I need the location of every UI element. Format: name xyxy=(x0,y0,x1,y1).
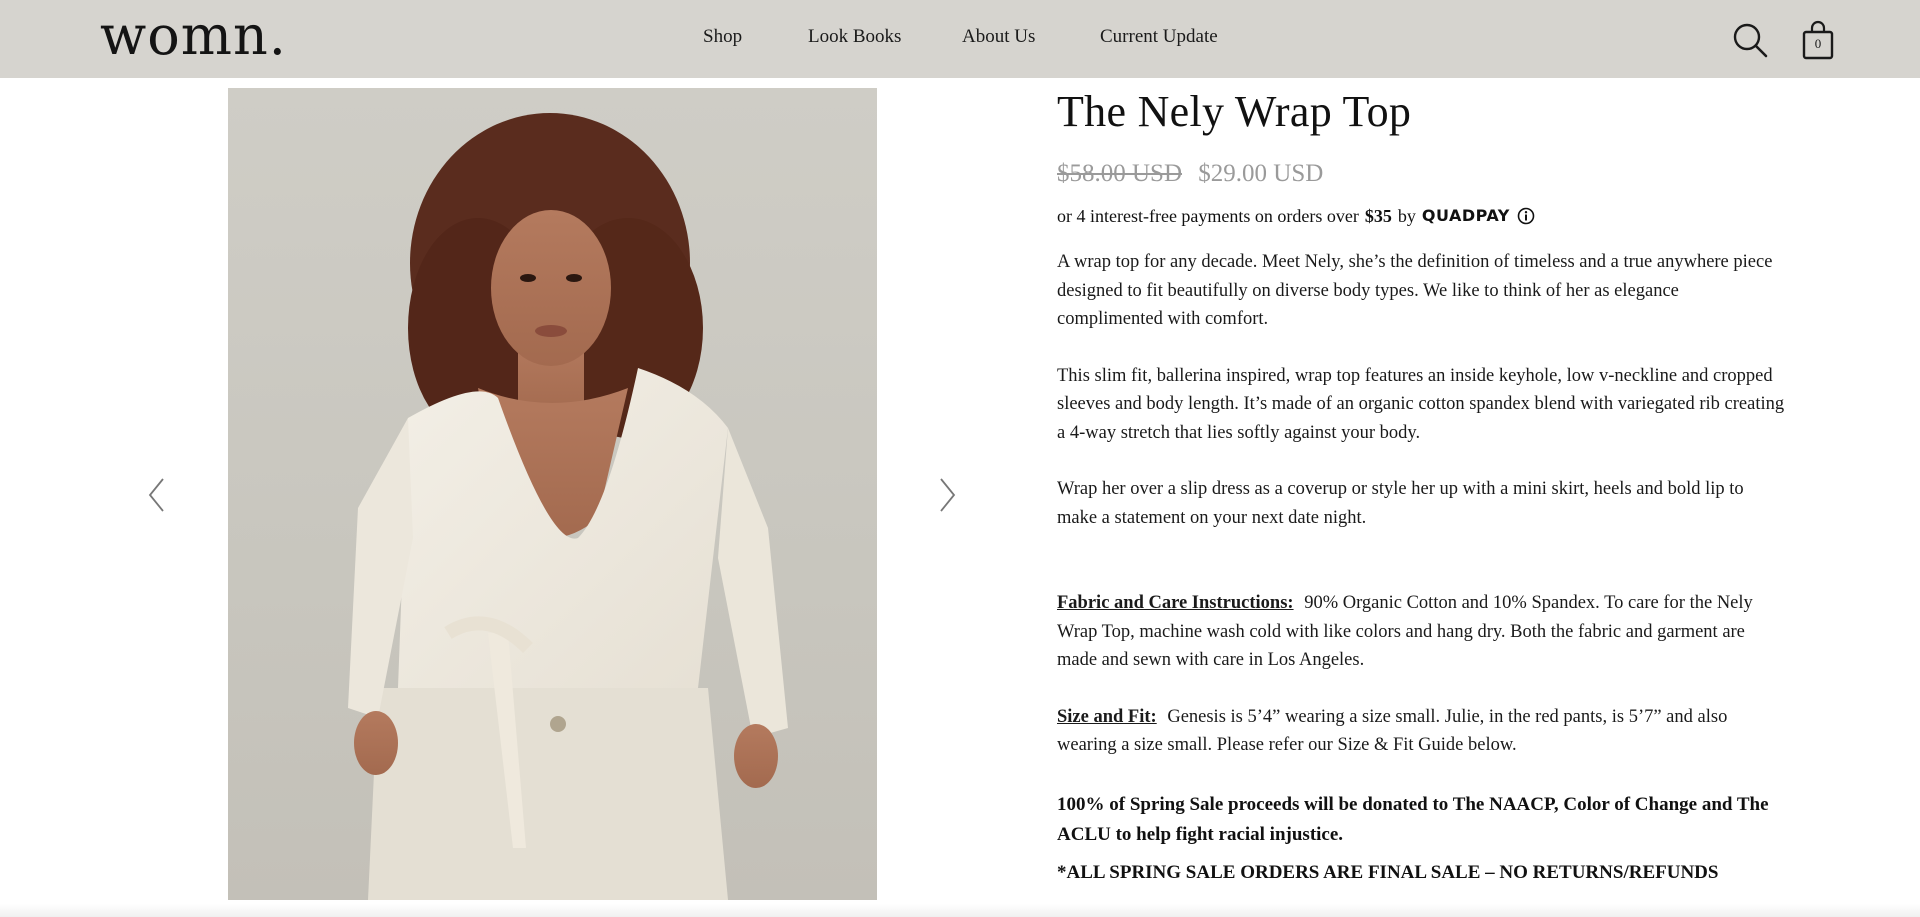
search-icon[interactable] xyxy=(1732,22,1768,58)
description-paragraph: A wrap top for any decade. Meet Nely, sh… xyxy=(1057,252,1773,329)
original-price: $58.00 USD xyxy=(1057,160,1183,187)
main-nav: Shop Look Books About Us Current Update xyxy=(0,26,1920,52)
donation-notice: 100% of Spring Sale proceeds will be don… xyxy=(1057,793,1769,845)
price: $58.00 USD $29.00 USD xyxy=(1057,158,1787,190)
quadpay-text: or 4 interest-free payments on orders ov… xyxy=(1057,206,1359,226)
cart-count: 0 xyxy=(1814,36,1822,51)
quadpay-by: by xyxy=(1397,206,1416,226)
nav-item-about-us[interactable]: About Us xyxy=(962,26,1035,48)
site-header: womn. Shop Look Books About Us Current U… xyxy=(0,0,1920,78)
size-fit-label: Size and Fit: xyxy=(1057,706,1157,727)
page-bottom-edge xyxy=(0,904,1920,917)
product-image[interactable] xyxy=(228,88,877,900)
chevron-left-icon[interactable] xyxy=(146,475,168,515)
product-info: The Nely Wrap Top $58.00 USD $29.00 USD … xyxy=(1057,86,1787,888)
final-sale-notice: *ALL SPRING SALE ORDERS ARE FINAL SALE –… xyxy=(1057,861,1719,883)
quadpay-threshold: $35 xyxy=(1364,206,1392,226)
nav-item-shop[interactable]: Shop xyxy=(703,26,742,48)
nav-item-look-books[interactable]: Look Books xyxy=(808,26,901,48)
quadpay-installments: or 4 interest-free payments on orders ov… xyxy=(1057,204,1787,228)
description-paragraph: Wrap her over a slip dress as a coverup … xyxy=(1057,479,1744,528)
quadpay-logo: QUADPAY xyxy=(1421,206,1510,225)
fabric-care: Fabric and Care Instructions: 90% Organi… xyxy=(1057,589,1787,675)
info-circle-icon[interactable] xyxy=(1517,207,1535,225)
sale-price: $29.00 USD xyxy=(1198,160,1324,187)
nav-item-current-update[interactable]: Current Update xyxy=(1100,26,1218,48)
chevron-right-icon[interactable] xyxy=(936,475,958,515)
product-title: The Nely Wrap Top xyxy=(1057,87,1412,136)
size-fit-text: Genesis is 5’4” wearing a size small. Ju… xyxy=(1057,706,1728,756)
description-paragraph: This slim fit, ballerina inspired, wrap … xyxy=(1057,365,1785,443)
shopping-bag-icon[interactable]: 0 xyxy=(1802,20,1834,60)
fabric-care-label: Fabric and Care Instructions: xyxy=(1057,593,1294,613)
size-fit: Size and Fit: Genesis is 5’4” wearing a … xyxy=(1057,703,1787,760)
